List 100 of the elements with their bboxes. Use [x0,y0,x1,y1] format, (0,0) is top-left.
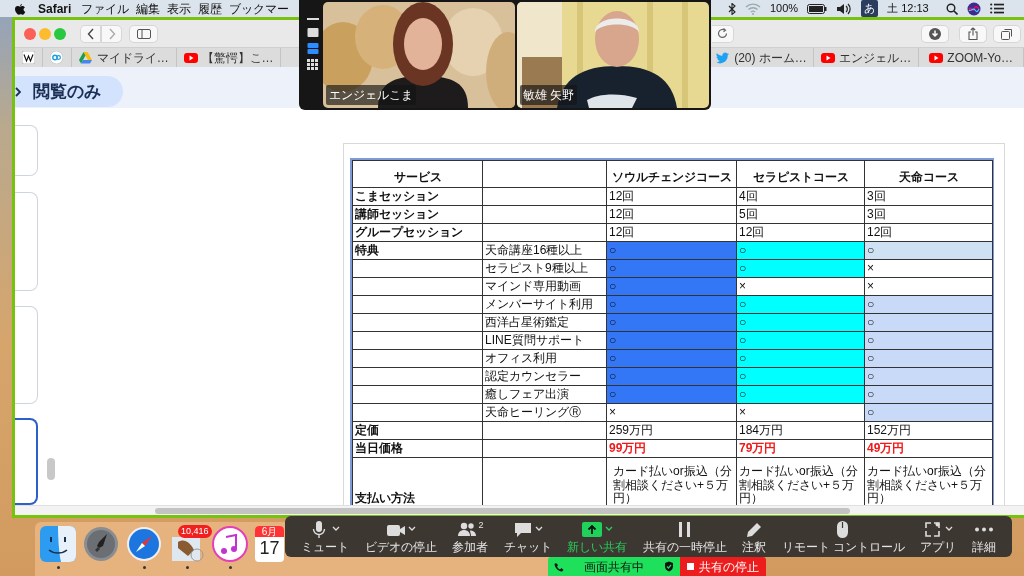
downloads-button[interactable] [921,24,949,43]
clock[interactable]: 土 12:13 [887,0,929,17]
menu-item[interactable]: 表示 [167,2,192,15]
bookmark-site-icon[interactable] [50,51,64,64]
apple-icon[interactable] [14,2,26,15]
app-menu[interactable]: Safari [38,2,72,15]
table-cell: × [739,404,746,419]
view-mode-button[interactable]: 閲覧のみ [15,76,123,107]
music-icon[interactable] [212,526,248,562]
feature-label: マインド専用動画 [485,278,581,293]
table-cell: 259万円 [609,422,654,437]
reload-icon [717,28,728,39]
phone-icon [554,561,564,572]
reload-button[interactable] [712,24,734,43]
calendar-icon[interactable]: 6月 17 [255,526,284,562]
finder-icon[interactable] [40,526,76,562]
table-cell: 152万円 [867,422,912,437]
sharing-status: 画面共有中 [584,558,644,576]
back-icon [86,27,95,40]
mail-icon[interactable] [169,536,205,562]
table-cell: 5回 [739,206,758,221]
table-cell: 79万円 [739,440,777,455]
menu-item[interactable]: ブックマー [229,2,290,15]
siri-icon[interactable] [966,1,981,16]
toolbar-button[interactable]: アプリ [918,518,959,555]
row-label: 特典 [355,242,379,257]
toolbar-button[interactable]: チャット [501,518,554,555]
safari-icon[interactable] [126,526,162,562]
scroll-handle[interactable] [47,458,55,480]
toolbar-button[interactable]: 新しい共有 [565,518,630,555]
volume-icon[interactable] [836,2,853,15]
forward-icon [107,27,116,40]
feature-label: メンバーサイト利用 [485,296,593,311]
launchpad-icon[interactable] [83,526,119,562]
tabs-icon [1001,27,1013,40]
participant-name: エンジェルこま [326,85,416,105]
back-button[interactable] [80,24,101,43]
strip-view-icon[interactable] [307,43,319,54]
feature-label: オフィス利用 [485,350,557,365]
shield-icon [664,561,674,572]
menu-item[interactable]: 履歴 [198,2,223,15]
list-icon[interactable] [989,3,1004,14]
feature-label: 天命ヒーリングⓇ [485,404,581,419]
table-cell: 12回 [609,206,635,221]
column-header: 天命コース [864,160,993,188]
menu-item[interactable]: ファイル [81,2,130,15]
stop-share-button[interactable]: 共有の停止 [680,557,766,576]
battery-percent: 100% [770,1,799,17]
table-cell: カード払いor振込（分割相談ください+５万円） [867,464,986,505]
bluetooth-icon[interactable] [728,2,736,15]
scrollbar-thumb[interactable] [155,508,850,514]
toolbar-button[interactable]: ビデオの停止 [362,518,439,555]
notification-badge: 10,416 [178,525,212,538]
sidebar-button[interactable] [129,24,158,43]
battery-icon[interactable] [807,3,828,14]
share-button[interactable] [959,24,987,43]
row-label: 支払い方法 [355,490,415,505]
tabs-button[interactable] [993,24,1021,43]
row-label: 当日価格 [355,440,403,455]
wikipedia-icon[interactable] [21,51,35,64]
close-button[interactable] [24,27,36,40]
feature-label: 認定カウンセラー [485,368,581,383]
table-cell: カード払いor振込（分割相談ください+５万円） [613,464,732,505]
gallery-view-icon[interactable] [307,59,319,70]
table-cell: × [867,278,874,293]
stop-icon [687,563,694,570]
feature-label: 西洋占星術鑑定 [485,314,569,329]
column-header: ソウルチェンジコース [606,160,737,188]
download-icon [929,27,941,40]
speaker-view-icon[interactable] [307,27,319,38]
table-cell: 12回 [867,224,893,239]
table-cell: 3回 [867,206,886,221]
video-site-icon [183,51,198,64]
toolbar-button[interactable]: 詳細 [970,518,998,555]
table-cell: × [609,404,616,419]
toolbar-button[interactable]: リモート コントロール [779,518,907,555]
row-label: こまセッション [355,188,439,203]
participant-count: 2 [478,520,484,532]
calendar-day: 17 [255,537,284,560]
toolbar-button[interactable]: 2 参加者 [450,518,491,555]
row-label: グループセッション [355,224,463,239]
row-label: 定価 [355,422,379,437]
drive-icon [78,51,93,64]
menu-item[interactable]: 編集 [136,2,161,15]
table-cell: 3回 [867,188,886,203]
share-icon [968,27,978,40]
toolbar-button[interactable]: ミュート [299,518,351,555]
table-cell: 12回 [609,188,635,203]
table-cell: 12回 [739,224,765,239]
table-cell: 49万円 [867,440,905,455]
toolbar-button[interactable]: 共有の一時停止 [640,518,729,555]
input-method[interactable]: あ [861,0,879,17]
toolbar-button[interactable]: 注釈 [740,518,769,555]
share-screen-icon [581,519,604,539]
search-icon[interactable] [945,2,958,15]
chevron-icon [15,86,21,97]
video-site-icon [929,51,944,64]
sidebar-icon [136,28,151,39]
table-cell: カード払いor振込（分割相談ください+５万円） [739,464,858,505]
table-cell: × [867,260,874,275]
